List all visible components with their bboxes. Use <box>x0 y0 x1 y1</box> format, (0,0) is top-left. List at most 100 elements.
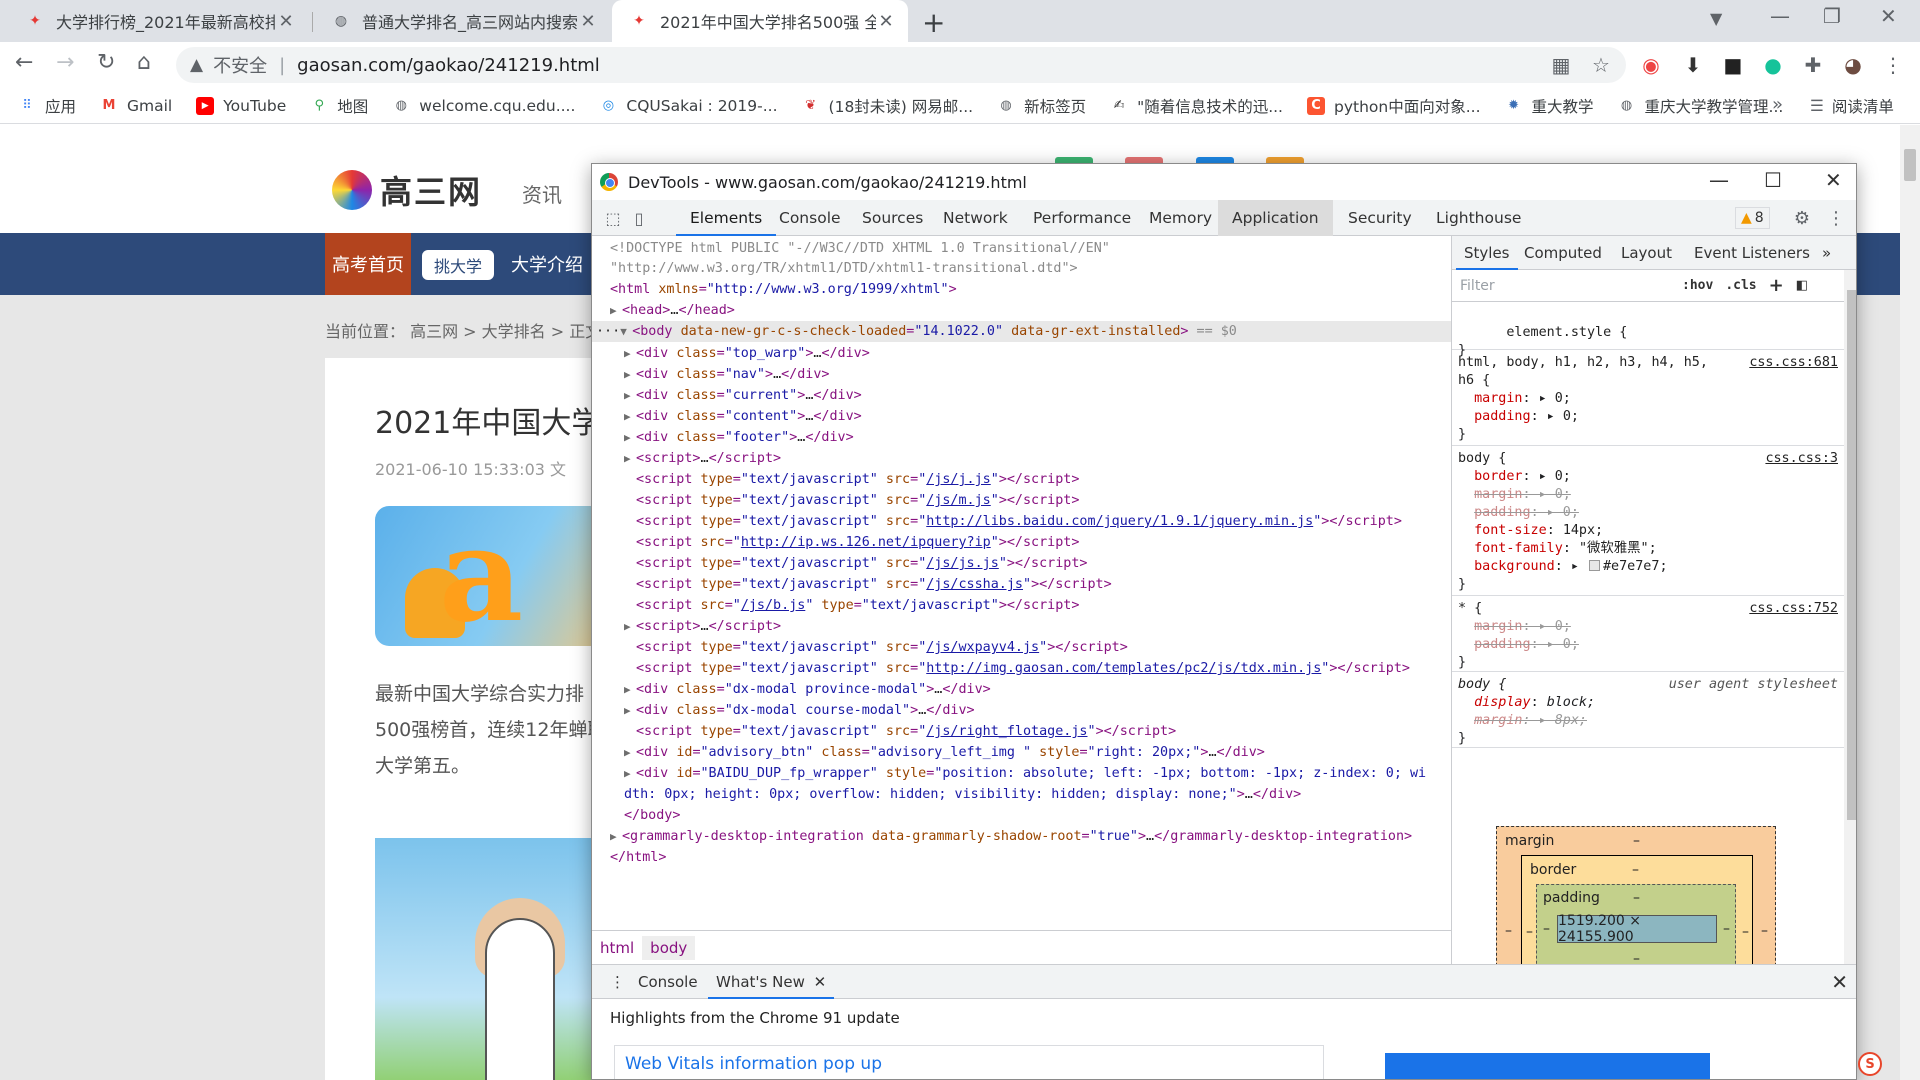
dom-line-div[interactable]: ▶ <div class="top_warp">…</div> <box>624 343 870 364</box>
browser-tab-3-active[interactable]: ✦ 2021年中国大学排名500强 全国 ✕ <box>612 0 908 42</box>
back-arrow-icon[interactable]: ← <box>15 50 33 75</box>
translate-icon[interactable]: ▦ <box>1548 52 1574 78</box>
dom-line-div[interactable]: ▶ <div class="nav">…</div> <box>624 364 830 385</box>
bookmark-gmail[interactable]: M Gmail <box>100 97 173 115</box>
minimize-icon[interactable]: — <box>1770 4 1790 28</box>
drawer-tab-close-icon[interactable]: ✕ <box>814 973 827 991</box>
box-margin-top[interactable]: – <box>1633 833 1640 849</box>
dom-line-body-selected[interactable]: ···▼ <body data-new-gr-c-s-check-loaded="… <box>592 321 1451 342</box>
extension-chrome-icon[interactable]: ◉ <box>1638 52 1664 78</box>
dom-line-grammarly[interactable]: ▶ <grammarly-desktop-integration data-gra… <box>610 826 1412 847</box>
dom-line-script[interactable]: <script src="/js/b.js" type="text/javasc… <box>636 595 1079 616</box>
reading-list-button[interactable]: ☰ 阅读清单 <box>1810 95 1894 117</box>
drawer-menu-icon[interactable]: ⋮ <box>602 965 633 999</box>
rule-source-link[interactable]: css.css:3 <box>1765 450 1838 468</box>
browser-tab-2[interactable]: ◍ 普通大学排名_高三网站内搜索站 ✕ <box>314 0 610 42</box>
dom-line-div-wrap[interactable]: dth: 0px; height: 0px; overflow: hidden;… <box>624 784 1301 805</box>
nav-pick-college-button[interactable]: 挑大学 <box>422 250 495 280</box>
styles-scrollbar-thumb[interactable] <box>1847 290 1856 820</box>
warning-triangle-icon[interactable]: ▲ <box>190 55 203 75</box>
box-padding-right[interactable]: – <box>1723 921 1730 937</box>
styles-scrollbar[interactable] <box>1844 270 1856 964</box>
dom-line-script[interactable]: <script type="text/javascript" src="http… <box>636 658 1410 679</box>
bookmark-zhihu[interactable]: ✍ "随着信息技术的迅... <box>1110 95 1283 117</box>
maximize-icon[interactable]: ❐ <box>1823 4 1841 28</box>
security-status[interactable]: 不安全 <box>213 52 267 78</box>
devtools-minimize-icon[interactable]: — <box>1709 168 1729 192</box>
devtools-close-icon[interactable]: ✕ <box>1825 168 1842 192</box>
dom-line-doctype-2[interactable]: "http://www.w3.org/TR/xhtml1/DTD/xhtml1-… <box>610 258 1078 279</box>
settings-gear-icon[interactable]: ⚙ <box>1791 208 1813 229</box>
url-text[interactable]: gaosan.com/gaokao/241219.html <box>297 55 600 76</box>
tab-computed[interactable]: Computed <box>1516 236 1610 270</box>
tab-memory[interactable]: Memory <box>1135 200 1226 236</box>
bookmark-maps[interactable]: ⚲ 地图 <box>310 95 369 117</box>
site-logo[interactable]: 高三网 <box>332 167 482 213</box>
color-swatch[interactable] <box>1589 560 1600 571</box>
tab-performance[interactable]: Performance <box>1019 200 1145 236</box>
drawer-close-icon[interactable]: ✕ <box>1831 970 1848 994</box>
crumb-html[interactable]: html <box>592 936 642 960</box>
tab-console[interactable]: Console <box>765 200 855 236</box>
dom-line-script[interactable]: <script type="text/javascript" src="/js/… <box>636 721 1176 742</box>
bookmark-csdn[interactable]: C python中面向对象... <box>1307 95 1481 117</box>
dom-line-div[interactable]: ▶ <div class="current">…</div> <box>624 385 862 406</box>
box-margin-left[interactable]: – <box>1505 923 1512 939</box>
extension-box-icon[interactable]: ■ <box>1720 52 1746 78</box>
nav-news[interactable]: 资讯 <box>522 179 562 208</box>
nav-college-intro-link[interactable]: 大学介绍 <box>511 251 583 277</box>
reload-icon[interactable]: ↻ <box>97 50 115 75</box>
new-tab-plus-icon[interactable]: + <box>922 6 945 39</box>
devtools-maximize-icon[interactable]: ☐ <box>1764 168 1782 192</box>
download-extension-icon[interactable]: ⬇ <box>1680 52 1706 78</box>
tab-security[interactable]: Security <box>1334 200 1426 236</box>
bookmark-cqu[interactable]: ◍ welcome.cqu.edu.... <box>392 97 576 115</box>
tab-event-listeners[interactable]: Event Listeners <box>1686 236 1818 270</box>
box-padding-left[interactable]: – <box>1543 921 1550 937</box>
dom-line-div[interactable]: ▶ <div class="footer">…</div> <box>624 427 854 448</box>
tab-close-icon[interactable]: ✕ <box>876 11 896 32</box>
dom-line-div[interactable]: ▶ <div id="BAIDU_DUP_fp_wrapper" style="p… <box>624 763 1426 784</box>
profile-avatar[interactable]: ◕ <box>1840 52 1866 78</box>
styles-more-tabs-icon[interactable]: » <box>1814 236 1839 270</box>
bookmark-newtab[interactable]: ◍ 新标签页 <box>997 95 1086 117</box>
box-content-size[interactable]: 1519.200 × 24155.900 <box>1557 913 1717 945</box>
warnings-badge[interactable]: ▲ 8 <box>1735 207 1770 229</box>
dom-line-script[interactable]: <script type="text/javascript" src="/js/… <box>636 637 1128 658</box>
whats-new-card[interactable]: Web Vitals information pop up <box>614 1045 1324 1079</box>
grammarly-icon[interactable]: ● <box>1760 52 1786 78</box>
background-value[interactable]: #e7e7e7 <box>1603 559 1659 574</box>
new-rule-plus-icon[interactable]: + <box>1769 275 1784 296</box>
forward-arrow-icon[interactable]: → <box>56 50 74 75</box>
box-border-right[interactable]: – <box>1742 924 1749 940</box>
dom-line-html[interactable]: <html xmlns="http://www.w3.org/1999/xhtm… <box>610 279 957 300</box>
bookmarks-overflow-chevron-icon[interactable]: » <box>1772 94 1783 115</box>
box-margin-right[interactable]: – <box>1761 923 1768 939</box>
tab-close-icon[interactable]: ✕ <box>276 11 296 32</box>
rule-source-link[interactable]: css.css:681 <box>1749 354 1838 372</box>
nav-home-link[interactable]: 高考首页 <box>325 233 411 295</box>
dom-line-script[interactable]: <script type="text/javascript" src="/js/… <box>636 469 1079 490</box>
style-rule-element[interactable]: element.style { } <box>1452 302 1844 358</box>
box-border-top[interactable]: – <box>1632 862 1639 878</box>
dom-line-script[interactable]: <script type="text/javascript" src="/js/… <box>636 553 1088 574</box>
bookmark-sakai[interactable]: ◎ CQUSakai : 2019-... <box>599 97 778 115</box>
tab-application[interactable]: Application <box>1218 200 1333 236</box>
styles-filter-input[interactable]: Filter <box>1460 278 1670 294</box>
box-padding-top[interactable]: – <box>1633 890 1640 906</box>
tab-sources[interactable]: Sources <box>848 200 937 236</box>
tab-layout[interactable]: Layout <box>1613 236 1680 270</box>
dom-line-div[interactable]: ▶ <div class="dx-modal course-modal">…</d… <box>624 700 975 721</box>
dom-line-div[interactable]: ▶ <div class="dx-modal province-modal">…<… <box>624 679 991 700</box>
dom-line-script[interactable]: <script type="text/javascript" src="/js/… <box>636 574 1112 595</box>
bookmark-cqu-manage[interactable]: ◍ 重庆大学教学管理... <box>1618 95 1783 117</box>
dom-line-head[interactable]: ▶ <head>…</head> <box>610 300 735 321</box>
home-icon[interactable]: ⌂ <box>137 50 151 75</box>
font-size-value[interactable]: 14px; <box>1563 523 1603 538</box>
device-toolbar-icon[interactable]: ▯ <box>628 208 650 228</box>
tab-elements[interactable]: Elements <box>676 200 777 236</box>
dom-line-script[interactable]: <script type="text/javascript" src="/js/… <box>636 490 1079 511</box>
browser-tab-1[interactable]: ✦ 大学排行榜_2021年最新高校排名 ✕ <box>8 0 308 42</box>
dom-line-script[interactable]: <script src="http://ip.ws.126.net/ipquer… <box>636 532 1079 553</box>
crumb-body[interactable]: body <box>642 935 696 960</box>
